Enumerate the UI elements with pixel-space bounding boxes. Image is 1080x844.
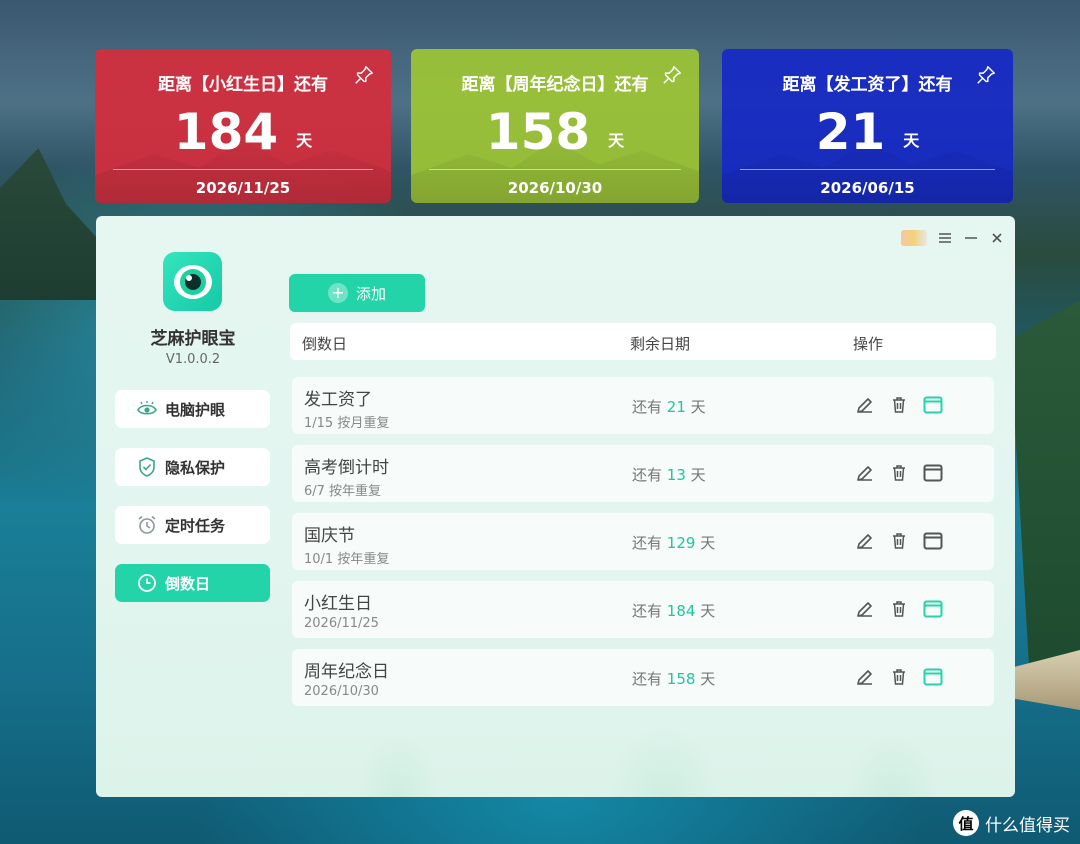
row-title: 周年纪念日 xyxy=(304,662,389,682)
row-days: 13 xyxy=(666,466,686,484)
add-button-label: 添加 xyxy=(355,284,386,303)
delete-icon[interactable] xyxy=(889,463,909,483)
background-mountain xyxy=(0,148,110,300)
sidebar-item-privacy[interactable]: 隐私保护 xyxy=(115,448,270,486)
row-days: 21 xyxy=(666,398,686,416)
edit-icon[interactable] xyxy=(855,395,875,415)
table-row[interactable]: 国庆节 10/1 按年重复 还有 129 天 xyxy=(292,513,994,570)
row-remaining: 还有 129 天 xyxy=(632,534,716,552)
sidebar-item-countdown[interactable]: 倒数日 xyxy=(115,564,270,602)
delete-icon[interactable] xyxy=(889,395,909,415)
column-header-actions: 操作 xyxy=(853,335,884,353)
column-header-name: 倒数日 xyxy=(302,335,348,353)
display-card-icon[interactable] xyxy=(923,667,943,687)
card-divider xyxy=(429,169,681,170)
card-divider xyxy=(740,169,995,170)
pin-icon[interactable] xyxy=(661,64,683,86)
card-title: 距离【发工资了】还有 xyxy=(782,75,953,95)
pin-icon[interactable] xyxy=(975,64,997,86)
app-window: 芝麻护眼宝 V1.0.0.2 电脑护眼 隐私保护 定时任务 倒数日 + 添加 倒… xyxy=(96,216,1015,797)
table-row[interactable]: 发工资了 1/15 按月重复 还有 21 天 xyxy=(292,377,994,434)
row-repeat-info: 2026/10/30 xyxy=(304,684,379,699)
card-date: 2026/10/30 xyxy=(507,179,603,197)
plus-icon: + xyxy=(327,283,348,303)
watermark-logo: 值 xyxy=(953,810,979,836)
app-name: 芝麻护眼宝 xyxy=(150,329,236,349)
display-card-icon[interactable] xyxy=(923,463,943,483)
add-button[interactable]: + 添加 xyxy=(289,274,425,312)
row-repeat-info: 10/1 按年重复 xyxy=(304,552,390,567)
sidebar-item-label: 倒数日 xyxy=(165,574,211,593)
display-card-icon[interactable] xyxy=(923,395,943,415)
card-date: 2026/06/15 xyxy=(820,179,915,197)
row-title: 小红生日 xyxy=(304,594,372,614)
table-row[interactable]: 周年纪念日 2026/10/30 还有 158 天 xyxy=(292,649,994,706)
sidebar-item-label: 隐私保护 xyxy=(165,458,226,477)
row-repeat-info: 2026/11/25 xyxy=(304,616,379,631)
edit-icon[interactable] xyxy=(855,599,875,619)
card-title: 距离【小红生日】还有 xyxy=(158,75,328,95)
row-title: 国庆节 xyxy=(304,526,355,546)
row-days: 129 xyxy=(666,534,696,552)
edit-icon[interactable] xyxy=(855,531,875,551)
display-card-icon[interactable] xyxy=(923,599,943,619)
background-mountain xyxy=(1010,300,1080,700)
sidebar-item-label: 定时任务 xyxy=(165,516,226,535)
card-date: 2026/11/25 xyxy=(195,179,291,197)
delete-icon[interactable] xyxy=(889,599,909,619)
card-unit: 天 xyxy=(296,131,313,150)
watermark: 值 什么值得买 xyxy=(953,810,1070,836)
row-repeat-info: 1/15 按月重复 xyxy=(304,416,390,431)
alarm-icon xyxy=(137,515,157,535)
delete-icon[interactable] xyxy=(889,667,909,687)
row-repeat-info: 6/7 按年重复 xyxy=(304,484,382,499)
row-days: 184 xyxy=(666,602,696,620)
card-divider xyxy=(113,169,373,170)
delete-icon[interactable] xyxy=(889,531,909,551)
close-icon[interactable] xyxy=(989,230,1005,246)
row-remaining: 还有 158 天 xyxy=(632,670,716,688)
row-remaining: 还有 13 天 xyxy=(632,466,706,484)
countdown-card-3[interactable]: 距离【发工资了】还有 21 天 2026/06/15 xyxy=(722,49,1013,203)
window-controls xyxy=(901,230,1005,246)
sidebar-item-label: 电脑护眼 xyxy=(165,400,226,419)
eye-icon xyxy=(137,399,157,419)
card-unit: 天 xyxy=(903,131,920,150)
sidebar-item-eye-care[interactable]: 电脑护眼 xyxy=(115,390,270,428)
column-header-remaining: 剩余日期 xyxy=(630,335,691,353)
row-remaining: 还有 21 天 xyxy=(632,398,706,416)
row-days: 158 xyxy=(666,670,696,688)
edit-icon[interactable] xyxy=(855,667,875,687)
card-days: 158 xyxy=(485,103,591,161)
table-header: 倒数日 剩余日期 操作 xyxy=(290,323,996,360)
card-unit: 天 xyxy=(608,131,625,150)
eye-logo-icon xyxy=(173,264,212,299)
card-days: 184 xyxy=(173,103,279,161)
card-title: 距离【周年纪念日】还有 xyxy=(461,75,649,95)
pin-icon[interactable] xyxy=(353,64,375,86)
app-logo xyxy=(163,252,222,311)
table-row[interactable]: 高考倒计时 6/7 按年重复 还有 13 天 xyxy=(292,445,994,502)
row-remaining: 还有 184 天 xyxy=(632,602,716,620)
edit-icon[interactable] xyxy=(855,463,875,483)
clock-icon xyxy=(137,573,157,593)
skin-icon[interactable] xyxy=(901,230,927,246)
shield-icon xyxy=(137,457,157,477)
countdown-card-1[interactable]: 距离【小红生日】还有 184 天 2026/11/25 xyxy=(95,49,391,203)
menu-icon[interactable] xyxy=(937,230,953,246)
background-beach xyxy=(1010,650,1080,710)
app-version: V1.0.0.2 xyxy=(165,352,221,367)
sidebar-item-scheduled-tasks[interactable]: 定时任务 xyxy=(115,506,270,544)
sidebar: 芝麻护眼宝 V1.0.0.2 电脑护眼 隐私保护 定时任务 倒数日 xyxy=(96,216,290,797)
display-card-icon[interactable] xyxy=(923,531,943,551)
watermark-text: 什么值得买 xyxy=(985,815,1070,836)
minimize-icon[interactable] xyxy=(963,230,979,246)
table-row[interactable]: 小红生日 2026/11/25 还有 184 天 xyxy=(292,581,994,638)
card-days: 21 xyxy=(815,103,886,161)
row-title: 高考倒计时 xyxy=(304,458,389,478)
countdown-card-2[interactable]: 距离【周年纪念日】还有 158 天 2026/10/30 xyxy=(411,49,699,203)
row-title: 发工资了 xyxy=(304,390,372,410)
